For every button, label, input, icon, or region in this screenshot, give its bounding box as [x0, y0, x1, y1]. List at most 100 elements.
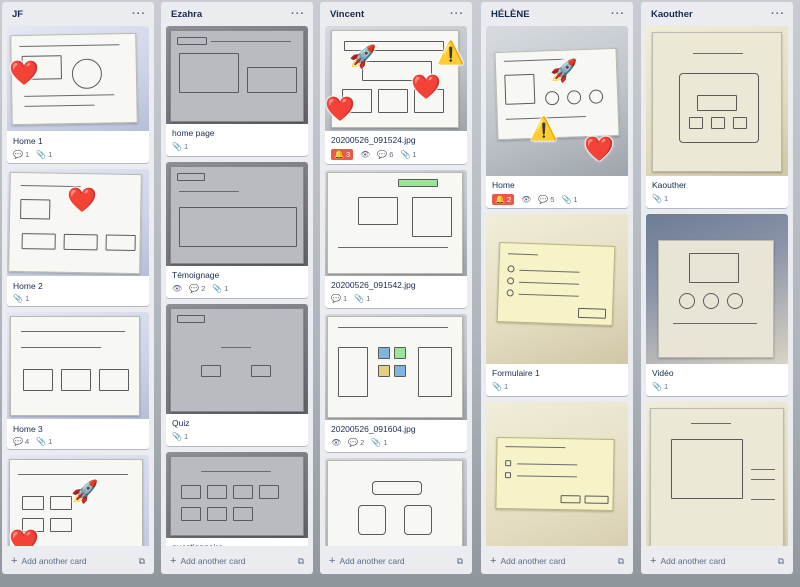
list-menu-icon[interactable]: ··· [291, 8, 305, 20]
attachment-icon: 📎 [354, 293, 365, 303]
list-header[interactable]: Ezahra ··· [161, 2, 313, 26]
list-kaouther: Kaouther ··· Kaouther 📎 1 Vidéo 📎 1 + Ad… [641, 2, 793, 574]
list-header[interactable]: HÉLÈNE ··· [481, 2, 633, 26]
card-cover-image: 🚀 ⚠️ ❤️ ❤️ [325, 26, 467, 131]
bell-icon: 🔔 [334, 149, 344, 159]
list-vincent: Vincent ··· 🚀 ⚠️ ❤️ ❤️ 20200526_091524.j… [320, 2, 472, 574]
attachment-icon: 📎 [652, 193, 662, 203]
card-cover-image [646, 402, 788, 546]
list-title[interactable]: HÉLÈNE [491, 9, 530, 20]
list-menu-icon[interactable]: ··· [611, 8, 625, 20]
card-formulaire-1[interactable]: Formulaire 1 📎 1 [486, 214, 628, 396]
card-cover-image [325, 458, 467, 546]
bell-icon: 🔔 [495, 194, 505, 204]
card-list: Kaouther 📎 1 Vidéo 📎 1 [646, 26, 788, 546]
card-title: 20200526_091524.jpg [331, 135, 416, 145]
add-card-button[interactable]: + Add another card ⧉ [7, 552, 149, 570]
attachment-icon: 📎 [36, 149, 47, 159]
list-header[interactable]: JF ··· [2, 2, 154, 26]
add-card-label: Add another card [21, 556, 87, 566]
add-card-label: Add another card [339, 556, 405, 566]
list-menu-icon[interactable]: ··· [450, 8, 464, 20]
card-badges: 📎 1 [172, 432, 302, 441]
card-badges: 📎 1 [652, 382, 782, 391]
card-home-1[interactable]: ❤️ Home 1 💬 1 📎 1 [7, 26, 149, 163]
attachment-icon: 📎 [172, 431, 182, 441]
attachment-icon: 📎 [13, 293, 23, 303]
card-cover-image [166, 162, 308, 266]
rocket-icon: 🚀 [550, 58, 578, 83]
list-title[interactable]: JF [12, 9, 23, 20]
attachments-badge: 📎 1 [172, 141, 189, 151]
card-cover-image [325, 170, 467, 276]
card-badges: 💬 4 📎 1 [13, 437, 143, 446]
watch-badge: 👁 [172, 284, 182, 293]
card-questionnaire[interactable]: questionnaire [166, 452, 308, 546]
card-title: 20200526_091542.jpg [331, 280, 416, 290]
heart-icon: ❤️ [411, 74, 441, 101]
card-template-icon[interactable]: ⧉ [298, 556, 304, 567]
card-title: Témoignage [172, 270, 220, 280]
card-partial[interactable]: 🚀 ❤️ [7, 455, 149, 546]
list-title[interactable]: Ezahra [171, 9, 202, 20]
comment-icon: 💬 [538, 194, 549, 204]
card-title: Quiz [172, 418, 190, 428]
add-card-button[interactable]: + Add another card ⧉ [486, 552, 628, 570]
card-20200526-091542[interactable]: 20200526_091542.jpg 💬 1 📎 1 [325, 170, 467, 308]
card-temoignage[interactable]: Témoignage 👁 💬 2 📎 1 [166, 162, 308, 298]
attachment-icon: 📎 [492, 381, 502, 391]
plus-icon: + [650, 554, 657, 567]
card-title: questionnaire [172, 542, 302, 546]
card-20200526-091604[interactable]: 20200526_091604.jpg 👁 💬 2 📎 1 [325, 314, 467, 452]
card-cover-image [486, 214, 628, 364]
add-card-button[interactable]: + Add another card ⧉ [325, 552, 467, 570]
card-20200526-091524[interactable]: 🚀 ⚠️ ❤️ ❤️ 20200526_091524.jpg 🔔 3 👁 💬 6 📎… [325, 26, 467, 164]
card-template-icon[interactable]: ⧉ [457, 556, 463, 567]
plus-icon: + [11, 554, 18, 567]
card-title: Home [492, 180, 515, 190]
card-home-page[interactable]: home page 📎 1 [166, 26, 308, 156]
attachments-badge: 📎 1 [172, 431, 189, 441]
add-card-button[interactable]: + Add another card ⧉ [646, 552, 788, 570]
warning-icon: ⚠️ [530, 116, 558, 141]
list-title[interactable]: Kaouther [651, 9, 693, 20]
card-kaouther[interactable]: Kaouther 📎 1 [646, 26, 788, 208]
heart-icon: ❤️ [9, 60, 39, 87]
attachment-icon: 📎 [212, 283, 223, 293]
comment-icon: 💬 [13, 149, 23, 159]
card-title: Home 1 [13, 136, 43, 146]
card-partial[interactable] [646, 402, 788, 546]
card-home[interactable]: 🚀 ⚠️ ❤️ Home 🔔 2 👁 💬 5 📎 1 [486, 26, 628, 208]
list-header[interactable]: Vincent ··· [320, 2, 472, 26]
add-card-button[interactable]: + Add another card ⧉ [166, 552, 308, 570]
list-title[interactable]: Vincent [330, 9, 364, 20]
comment-icon: 💬 [377, 149, 388, 159]
attachments-badge: 📎 1 [561, 194, 578, 204]
eye-icon: 👁 [521, 194, 532, 204]
attachments-badge: 📎 1 [652, 193, 669, 203]
warning-icon: ⚠️ [437, 40, 465, 65]
attachments-badge: 📎 1 [36, 149, 53, 159]
card-template-icon[interactable]: ⧉ [618, 556, 624, 567]
card-home-3[interactable]: Home 3 💬 4 📎 1 [7, 312, 149, 449]
card-cover-image: ❤️ [7, 26, 149, 131]
notifications-badge: 🔔 2 [492, 194, 515, 205]
card-template-icon[interactable]: ⧉ [778, 556, 784, 567]
comment-icon: 💬 [348, 437, 359, 447]
card-quiz[interactable]: Quiz 📎 1 [166, 304, 308, 446]
card-partial[interactable] [486, 402, 628, 546]
card-cover-image [646, 26, 788, 176]
attachment-icon: 📎 [172, 141, 182, 151]
list-menu-icon[interactable]: ··· [132, 8, 146, 20]
card-cover-image [166, 26, 308, 124]
card-cover-image: 🚀 ⚠️ ❤️ [486, 26, 628, 176]
list-menu-icon[interactable]: ··· [771, 8, 785, 20]
card-template-icon[interactable]: ⧉ [139, 556, 145, 567]
card-partial[interactable] [325, 458, 467, 546]
comments-badge: 💬 6 [377, 149, 394, 159]
card-video[interactable]: Vidéo 📎 1 [646, 214, 788, 396]
card-title: 20200526_091604.jpg [331, 424, 416, 434]
card-home-2[interactable]: ❤️ Home 2 📎 1 [7, 169, 149, 306]
list-header[interactable]: Kaouther ··· [641, 2, 793, 26]
list-helene: HÉLÈNE ··· 🚀 ⚠️ ❤️ Home 🔔 2 👁 💬 5 📎 1 Fo… [481, 2, 633, 574]
